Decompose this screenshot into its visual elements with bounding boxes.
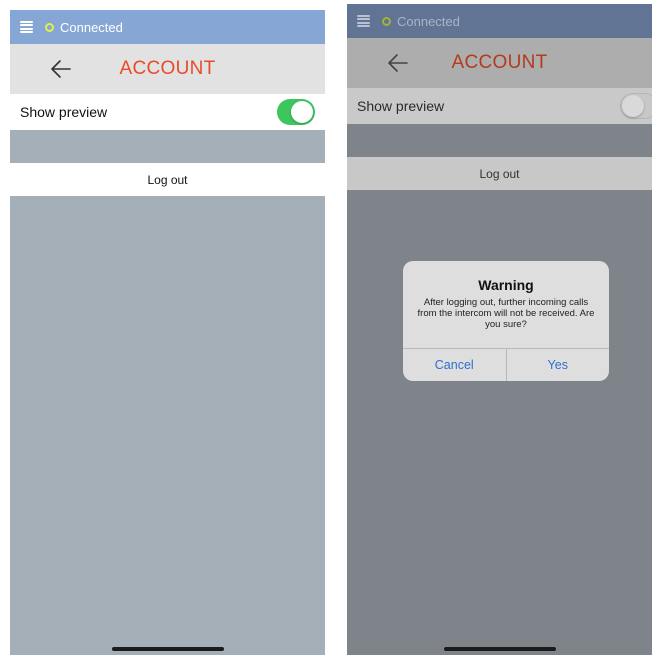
section-gap bbox=[10, 130, 325, 163]
dialog-message: After logging out, further incoming call… bbox=[417, 297, 595, 330]
home-indicator bbox=[111, 647, 224, 651]
home-indicator bbox=[443, 647, 556, 651]
connection-status: Connected bbox=[397, 13, 460, 29]
stage: Connected ACCOUNT Show preview Log out C… bbox=[0, 0, 652, 655]
back-arrow-icon bbox=[388, 54, 408, 72]
status-bar: Connected bbox=[10, 10, 325, 44]
back-arrow-icon[interactable] bbox=[50, 57, 72, 81]
title-bar: ACCOUNT bbox=[10, 44, 325, 94]
page-title: ACCOUNT bbox=[119, 58, 216, 79]
show-preview-label: Show preview bbox=[357, 98, 445, 114]
show-preview-toggle bbox=[620, 93, 652, 119]
logout-warning-dialog: Warning After logging out, further incom… bbox=[403, 261, 609, 381]
status-dot-icon bbox=[45, 22, 54, 32]
menu-icon bbox=[357, 15, 370, 27]
cancel-button[interactable]: Cancel bbox=[403, 349, 507, 381]
show-preview-toggle[interactable] bbox=[277, 99, 315, 125]
show-preview-row: Show preview bbox=[10, 94, 325, 130]
title-bar: ACCOUNT bbox=[347, 38, 652, 88]
status-bar: Connected bbox=[347, 4, 652, 38]
page-title: ACCOUNT bbox=[451, 52, 548, 73]
show-preview-label: Show preview bbox=[20, 104, 108, 120]
status-dot-icon bbox=[382, 16, 391, 26]
menu-icon[interactable] bbox=[20, 21, 33, 33]
toggle-knob bbox=[291, 101, 313, 123]
dialog-title: Warning bbox=[478, 277, 534, 293]
logout-button[interactable]: Log out bbox=[10, 163, 325, 196]
section-gap bbox=[347, 124, 652, 157]
connection-status: Connected bbox=[60, 19, 123, 35]
yes-button[interactable]: Yes bbox=[507, 349, 610, 381]
dimmed-content-area bbox=[347, 190, 652, 655]
empty-content-area bbox=[10, 196, 325, 655]
toggle-knob bbox=[622, 95, 644, 117]
account-screen-with-dialog: Connected ACCOUNT Show preview Log out W… bbox=[347, 4, 652, 655]
account-screen: Connected ACCOUNT Show preview Log out bbox=[10, 10, 325, 655]
dialog-button-row: Cancel Yes bbox=[403, 348, 609, 381]
logout-button: Log out bbox=[347, 157, 652, 190]
show-preview-row: Show preview bbox=[347, 88, 652, 124]
